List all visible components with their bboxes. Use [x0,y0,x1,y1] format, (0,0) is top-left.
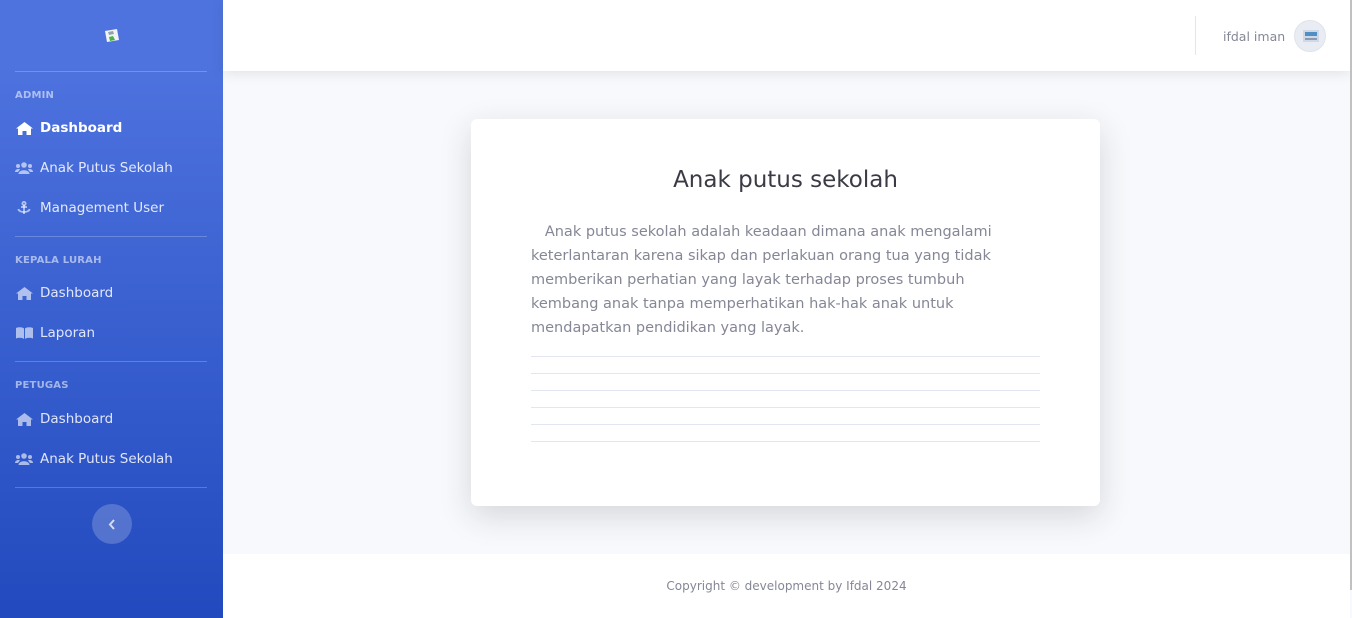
sidebar-item-label: Dashboard [40,285,114,301]
book-icon [15,326,33,340]
users-icon [15,161,33,175]
sidebar-item-admin-management-user[interactable]: Management User [0,188,223,228]
sidebar-heading-admin: ADMIN [15,90,55,101]
user-menu[interactable]: ifdal iman [1223,20,1327,52]
sidebar-toggle-button[interactable] [91,504,132,544]
card-divider [531,356,1040,357]
users-icon [15,452,33,466]
info-card: Anak putus sekolah Anak putus sekolah ad… [471,119,1100,506]
topbar-divider [1195,16,1196,55]
sidebar-item-admin-anak-putus-sekolah[interactable]: Anak Putus Sekolah [0,148,223,188]
sidebar-item-kepala-lurah-laporan[interactable]: Laporan [0,313,223,353]
home-icon [15,121,33,135]
card-divider [531,407,1040,408]
sidebar: ADMIN Dashboard Anak Putus Sekolah Manag… [0,0,223,618]
sidebar-item-label: Anak Putus Sekolah [40,160,173,176]
card-divider [531,373,1040,374]
sidebar-item-label: Dashboard [40,411,114,427]
sidebar-item-admin-dashboard[interactable]: Dashboard [0,108,223,148]
card-text: Anak putus sekolah adalah keadaan dimana… [531,220,1031,340]
avatar [1294,20,1327,52]
sidebar-item-kepala-lurah-dashboard[interactable]: Dashboard [0,273,223,313]
card-title: Anak putus sekolah [673,167,898,193]
chevron-left-icon [108,515,116,534]
sidebar-item-label: Laporan [40,325,96,341]
card-text-content: Anak putus sekolah adalah keadaan dimana… [531,224,992,336]
home-icon [15,412,33,426]
sidebar-heading-petugas: PETUGAS [15,380,69,391]
sidebar-item-label: Anak Putus Sekolah [40,451,173,467]
sidebar-item-label: Dashboard [40,120,123,136]
brand-logo-icon [103,28,121,44]
anchor-icon [15,201,33,215]
card-divider [531,424,1040,425]
home-icon [15,286,33,300]
footer: Copyright © development by Ifdal 2024 [223,554,1350,618]
sidebar-item-petugas-anak-putus-sekolah[interactable]: Anak Putus Sekolah [0,439,223,479]
brand[interactable] [0,0,223,71]
card-divider [531,441,1040,442]
sidebar-item-label: Management User [40,200,164,216]
username: ifdal iman [1223,28,1286,44]
card-divider [531,390,1040,391]
copyright-text: Copyright © development by Ifdal 2024 [666,579,907,593]
topbar: ifdal iman [223,0,1350,71]
sidebar-item-petugas-dashboard[interactable]: Dashboard [0,399,223,439]
sidebar-heading-kepala-lurah: KEPALA LURAH [15,255,102,266]
